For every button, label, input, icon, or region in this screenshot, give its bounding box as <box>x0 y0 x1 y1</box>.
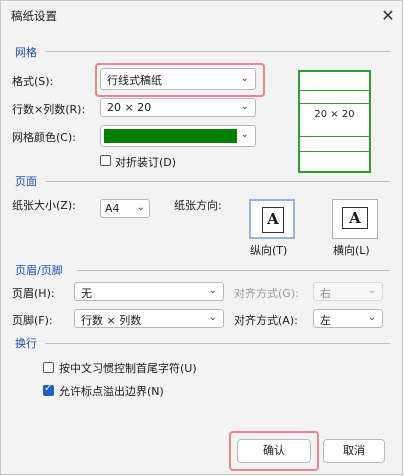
header-align-value: 右 <box>320 287 331 300</box>
landscape-page-icon: A <box>342 207 368 229</box>
header-select[interactable]: 无 ⌄ <box>74 282 224 301</box>
grid-section-title: 网格 <box>15 46 37 59</box>
rowcol-label: 行数×列数(R): <box>12 103 86 116</box>
landscape-label: 横向(L) <box>333 244 370 257</box>
title-bar: 稿纸设置 ✕ <box>1 1 403 31</box>
preview-line <box>300 136 369 137</box>
page-setup-dialog: 稿纸设置 ✕ 网格 格式(S): 行线式稿纸 ⌄ 行数×列数(R): 20 × … <box>0 0 403 475</box>
fold-checkbox[interactable] <box>100 155 111 166</box>
color-swatch <box>104 129 237 143</box>
orientation-label: 纸张方向: <box>174 199 222 212</box>
rowcol-value: 20 × 20 <box>107 101 152 114</box>
format-highlight <box>95 63 265 97</box>
header-align-select: 右 ⌄ <box>313 282 383 301</box>
paper-size-select[interactable]: A4 ⌄ <box>100 199 150 218</box>
punctuation-overflow-checkbox[interactable] <box>43 383 54 396</box>
paper-size-label: 纸张大小(Z): <box>12 199 76 212</box>
header-value: 无 <box>81 287 92 300</box>
portrait-label: 纵向(T) <box>250 244 288 257</box>
paper-size-value: A4 <box>105 202 120 215</box>
cjk-line-break-checkbox[interactable] <box>43 362 54 373</box>
fold-label: 对折装订(D) <box>115 156 177 169</box>
page-divider <box>45 181 390 182</box>
chevron-down-icon: ⌄ <box>240 129 249 140</box>
footer-align-label: 对齐方式(A): <box>234 314 298 327</box>
header-align-label: 对齐方式(G): <box>234 287 299 300</box>
preview-line <box>300 90 369 91</box>
grid-color-label: 网格颜色(C): <box>12 131 76 144</box>
header-footer-section-title: 页眉/页脚 <box>15 264 63 277</box>
footer-select[interactable]: 行数 × 列数 ⌄ <box>74 309 224 328</box>
chevron-down-icon: ⌄ <box>208 285 217 296</box>
header-label: 页眉(H): <box>12 287 55 300</box>
punctuation-overflow-label: 允许标点溢出边界(N) <box>59 385 164 398</box>
format-label: 格式(S): <box>12 75 54 88</box>
chevron-down-icon: ⌄ <box>367 285 376 296</box>
chevron-down-icon: ⌄ <box>367 312 376 323</box>
portrait-option[interactable]: A <box>249 199 295 239</box>
footer-value: 行数 × 列数 <box>81 314 142 327</box>
rowcol-select[interactable]: 20 × 20 ⌄ <box>100 98 256 117</box>
footer-align-value: 左 <box>320 314 331 327</box>
preview-text: 20 × 20 <box>314 109 355 120</box>
chevron-down-icon: ⌄ <box>240 101 249 112</box>
page-section-title: 页面 <box>15 175 37 188</box>
cjk-line-break-label: 按中文习惯控制首尾字符(U) <box>59 362 197 375</box>
header-footer-divider <box>77 270 390 271</box>
landscape-option[interactable]: A <box>332 199 378 239</box>
grid-color-select[interactable]: ⌄ <box>100 125 256 147</box>
chevron-down-icon: ⌄ <box>136 202 145 213</box>
grid-preview: 20 × 20 <box>298 70 371 173</box>
dialog-title: 稿纸设置 <box>11 9 57 23</box>
portrait-page-icon: A <box>262 207 284 233</box>
close-icon[interactable]: ✕ <box>379 7 397 25</box>
preview-line <box>300 151 369 152</box>
preview-line <box>300 103 369 104</box>
wrap-divider <box>45 343 390 344</box>
grid-divider <box>45 51 390 52</box>
wrap-section-title: 换行 <box>15 337 37 350</box>
chevron-down-icon: ⌄ <box>208 312 217 323</box>
cancel-button[interactable]: 取消 <box>323 439 385 463</box>
footer-align-select[interactable]: 左 ⌄ <box>313 309 383 328</box>
footer-label: 页脚(F): <box>12 314 53 327</box>
confirm-highlight <box>229 431 319 471</box>
